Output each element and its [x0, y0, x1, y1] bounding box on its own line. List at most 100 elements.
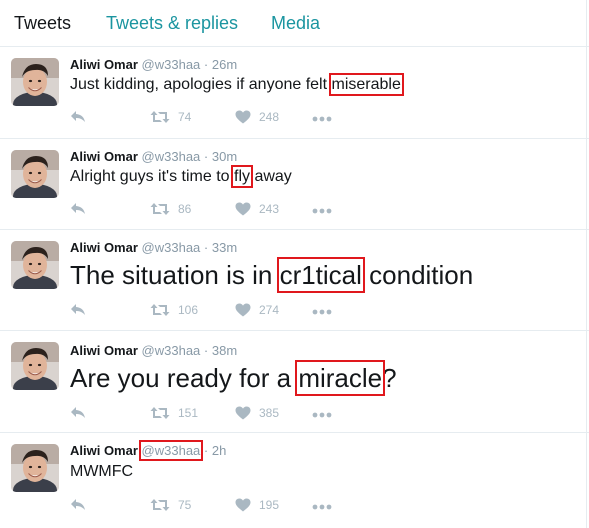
more-button[interactable] — [312, 208, 332, 214]
highlighted-word: cr1tical — [276, 257, 365, 293]
more-button[interactable] — [312, 309, 332, 315]
author-handle[interactable]: @w33haa — [142, 343, 201, 358]
avatar[interactable] — [11, 241, 59, 289]
tweet-item[interactable]: Aliwi Omar @w33haa · 38m Are you ready f… — [0, 331, 589, 433]
tweet-text: Are you ready for a miracle? — [70, 360, 397, 396]
like-button[interactable]: 248 — [235, 110, 279, 124]
tweet-timestamp[interactable]: 38m — [212, 343, 237, 358]
retweet-button[interactable]: 75 — [150, 498, 191, 512]
tweet-item[interactable]: Aliwi Omar @w33haa · 33m The situation i… — [0, 230, 589, 331]
tweet-text-after: condition — [361, 260, 474, 290]
author-handle[interactable]: @w33haa — [142, 149, 201, 164]
more-button[interactable] — [312, 116, 332, 122]
like-count: 248 — [259, 110, 280, 124]
like-button[interactable]: 274 — [235, 303, 279, 317]
author-name[interactable]: Aliwi Omar — [70, 343, 138, 358]
separator-dot: · — [203, 240, 209, 255]
author-handle[interactable]: @w33haa — [142, 240, 201, 255]
author-name[interactable]: Aliwi Omar — [70, 240, 138, 255]
tweet-actions: 106 274 — [70, 303, 370, 321]
author-handle[interactable]: @w33haa — [142, 57, 201, 72]
tweet-actions: 74 248 — [70, 110, 370, 128]
reply-icon — [70, 303, 86, 317]
retweet-button[interactable]: 151 — [150, 406, 198, 420]
retweet-count: 86 — [178, 202, 192, 216]
heart-icon — [235, 110, 251, 124]
like-button[interactable]: 243 — [235, 202, 279, 216]
more-dots-icon — [312, 208, 332, 214]
tweet-text-before: Just kidding, apologies if anyone felt — [70, 76, 332, 93]
separator-dot: · — [203, 343, 209, 358]
tweet-text-before: Alright guys it's time to — [70, 168, 234, 185]
tweet-actions: 86 243 — [70, 202, 370, 220]
tweet-text-before: The situation is in — [70, 260, 280, 290]
tweet-actions: 151 385 — [70, 406, 370, 424]
author-name[interactable]: Aliwi Omar — [70, 443, 138, 458]
tweet-text-before: MWMFC — [70, 463, 134, 480]
avatar[interactable] — [11, 444, 59, 492]
tweet-timestamp[interactable]: 26m — [212, 57, 237, 72]
retweet-icon — [150, 498, 170, 512]
profile-tabs: Tweets Tweets & replies Media — [0, 0, 589, 47]
highlighted-word: miserable — [328, 73, 404, 96]
tweet-text: Alright guys it's time to fly away — [70, 165, 292, 188]
retweet-button[interactable]: 86 — [150, 202, 191, 216]
reply-button[interactable] — [70, 110, 86, 124]
more-button[interactable] — [312, 504, 332, 510]
author-name[interactable]: Aliwi Omar — [70, 149, 138, 164]
tweet-timestamp[interactable]: 2h — [212, 443, 226, 458]
tweet-text-before: Are you ready for a — [70, 363, 299, 393]
tweet-item[interactable]: Aliwi Omar @w33haa · 2h MWMFC 75 195 — [0, 433, 589, 528]
author-name[interactable]: Aliwi Omar — [70, 57, 138, 72]
tab-tweets-and-replies[interactable]: Tweets & replies — [106, 13, 238, 34]
reply-button[interactable] — [70, 202, 86, 216]
like-button[interactable]: 195 — [235, 498, 279, 512]
tweet-header: Aliwi Omar @w33haa · 33m — [70, 240, 237, 255]
tweet-text-after: away — [250, 168, 292, 185]
like-count: 195 — [259, 498, 280, 512]
retweet-button[interactable]: 106 — [150, 303, 198, 317]
tweet-item[interactable]: Aliwi Omar @w33haa · 30m Alright guys it… — [0, 139, 589, 230]
heart-icon — [235, 202, 251, 216]
heart-icon — [235, 303, 251, 317]
like-count: 385 — [259, 406, 280, 420]
timeline-right-border — [586, 0, 587, 528]
heart-icon — [235, 498, 251, 512]
highlighted-word: fly — [231, 165, 253, 188]
separator-dot: · — [203, 443, 209, 458]
tweet-text-after: ? — [382, 363, 397, 393]
reply-button[interactable] — [70, 406, 86, 420]
author-handle[interactable]: @w33haa — [138, 440, 204, 461]
more-dots-icon — [312, 116, 332, 122]
tweet-header: Aliwi Omar @w33haa · 30m — [70, 149, 237, 164]
tweet-timestamp[interactable]: 33m — [212, 240, 237, 255]
avatar[interactable] — [11, 58, 59, 106]
reply-icon — [70, 406, 86, 420]
tweet-text: MWMFC — [70, 463, 133, 481]
tweet-timestamp[interactable]: 30m — [212, 149, 237, 164]
more-button[interactable] — [312, 412, 332, 418]
tweet-item[interactable]: Aliwi Omar @w33haa · 26m Just kidding, a… — [0, 47, 589, 139]
retweet-icon — [150, 406, 170, 420]
reply-button[interactable] — [70, 498, 86, 512]
heart-icon — [235, 406, 251, 420]
tweet-header: Aliwi Omar @w33haa · 26m — [70, 57, 237, 72]
separator-dot: · — [203, 57, 209, 72]
tab-media[interactable]: Media — [271, 13, 320, 34]
retweet-icon — [150, 110, 170, 124]
more-dots-icon — [312, 412, 332, 418]
like-count: 243 — [259, 202, 280, 216]
reply-button[interactable] — [70, 303, 86, 317]
like-button[interactable]: 385 — [235, 406, 279, 420]
tweet-text: The situation is in cr1tical condition — [70, 257, 474, 293]
tweet-header: Aliwi Omar @w33haa · 2h — [70, 440, 226, 461]
tweet-header: Aliwi Omar @w33haa · 38m — [70, 343, 237, 358]
more-dots-icon — [312, 309, 332, 315]
retweet-count: 74 — [178, 110, 192, 124]
reply-icon — [70, 110, 86, 124]
retweet-button[interactable]: 74 — [150, 110, 191, 124]
avatar[interactable] — [11, 342, 59, 390]
avatar[interactable] — [11, 150, 59, 198]
reply-icon — [70, 498, 86, 512]
tab-tweets[interactable]: Tweets — [14, 13, 71, 34]
